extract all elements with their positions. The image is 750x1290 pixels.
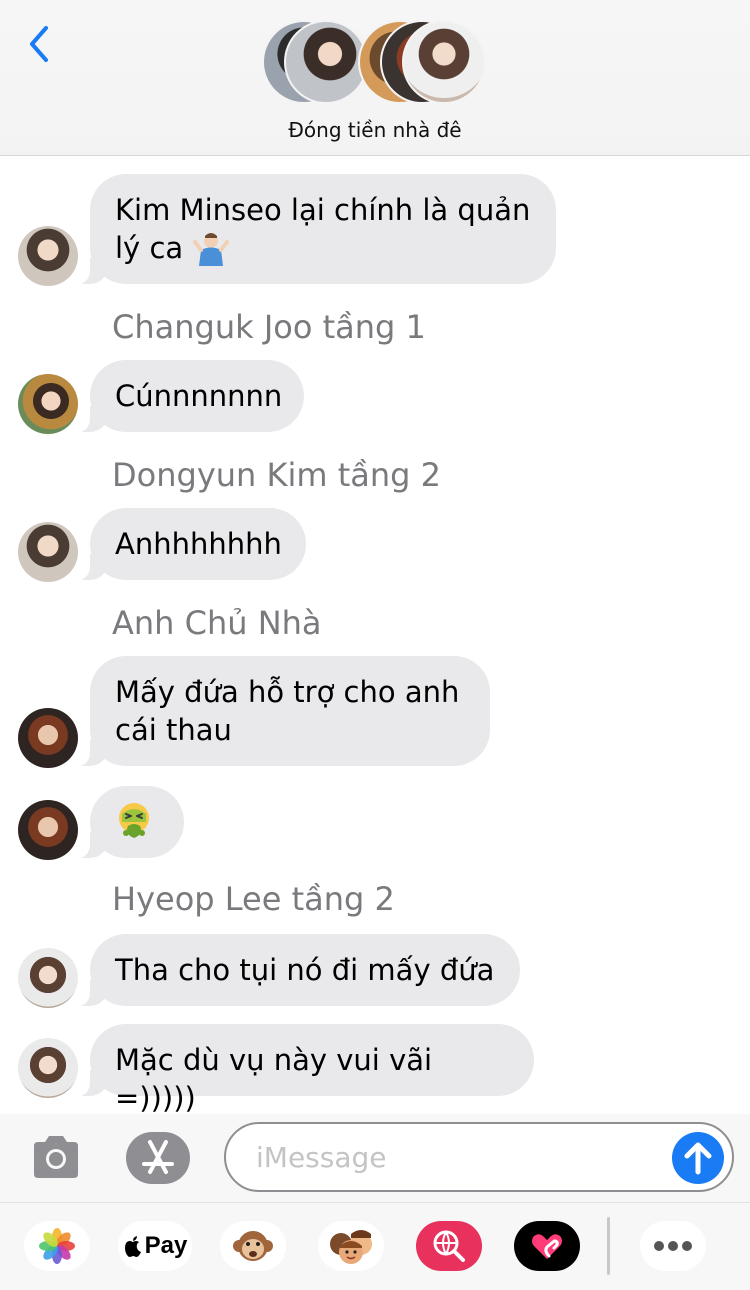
message-text: Tha cho tụi nó đi mấy đứa xyxy=(115,953,495,987)
arrow-up-icon xyxy=(684,1142,712,1175)
compose-bar xyxy=(0,1114,750,1202)
apple-pay-label: Pay xyxy=(144,1232,188,1259)
sender-avatar[interactable] xyxy=(18,1038,78,1098)
memoji-icon xyxy=(330,1230,372,1264)
message-text-line: lý ca xyxy=(115,229,531,267)
conversation-header: Đóng tiền nhà đê xyxy=(0,0,750,156)
group-name[interactable]: Đóng tiền nhà đê xyxy=(0,118,750,142)
sender-avatar[interactable] xyxy=(18,800,78,860)
message-text-continued: lý ca xyxy=(115,231,184,265)
apple-logo-icon xyxy=(124,1236,141,1257)
chevron-left-icon xyxy=(30,26,48,62)
message-text: Kim Minseo lại chính là quản xyxy=(115,193,531,227)
globe-search-icon xyxy=(433,1230,465,1262)
group-avatar xyxy=(402,20,486,104)
sender-avatar[interactable] xyxy=(18,522,78,582)
message-bubble[interactable] xyxy=(72,786,184,859)
camera-button[interactable] xyxy=(30,1134,82,1180)
app-drawer: Pay xyxy=(0,1202,750,1290)
more-apps-button[interactable] xyxy=(640,1221,706,1271)
apple-pay-button[interactable]: Pay xyxy=(118,1221,192,1271)
app-store-icon xyxy=(142,1140,174,1174)
digital-touch-button[interactable] xyxy=(514,1221,580,1271)
message-bubble[interactable]: Cúnnnnnnn xyxy=(72,360,304,433)
heart-touch-icon xyxy=(532,1234,562,1259)
message-bubble[interactable]: Anhhhhhhh xyxy=(72,508,306,581)
app-store-button[interactable] xyxy=(126,1132,190,1184)
message-text: Mặc dù vụ này vui vãi =))))) xyxy=(115,1043,433,1114)
message-text: Anhhhhhhh xyxy=(115,527,282,561)
sender-name: Hyeop Lee tầng 2 xyxy=(112,880,395,918)
message-text-continued: cái thau xyxy=(115,713,232,747)
send-button[interactable] xyxy=(672,1132,724,1184)
message-thread[interactable]: Kim Minseo lại chính là quản lý ca Chang… xyxy=(0,156,750,1114)
back-button[interactable] xyxy=(22,22,62,66)
photos-app-button[interactable] xyxy=(24,1221,90,1271)
sender-name: Changuk Joo tầng 1 xyxy=(112,308,426,346)
group-avatars[interactable] xyxy=(262,20,488,104)
memoji-button[interactable] xyxy=(318,1221,384,1271)
monkey-icon xyxy=(233,1231,273,1261)
message-bubble[interactable]: Mấy đứa hỗ trợ cho anh cái thau xyxy=(72,656,490,767)
sender-avatar[interactable] xyxy=(18,708,78,768)
more-icon xyxy=(654,1241,692,1251)
message-text: Mấy đứa hỗ trợ cho anh xyxy=(115,675,460,709)
message-text: Cúnnnnnnn xyxy=(115,379,283,413)
message-bubble[interactable]: Tha cho tụi nó đi mấy đứa xyxy=(72,934,520,1007)
person-shrugging-icon xyxy=(193,230,230,266)
group-avatar xyxy=(284,20,368,104)
drawer-divider xyxy=(607,1217,610,1275)
photos-icon xyxy=(39,1228,75,1264)
message-bubble[interactable]: Mặc dù vụ này vui vãi =))))) xyxy=(72,1024,534,1114)
sender-name: Dongyun Kim tầng 2 xyxy=(112,456,441,494)
camera-icon xyxy=(34,1136,78,1178)
animoji-button[interactable] xyxy=(220,1221,286,1271)
message-bubble[interactable]: Kim Minseo lại chính là quản lý ca xyxy=(72,174,556,285)
message-input-field[interactable] xyxy=(224,1122,734,1192)
message-input[interactable] xyxy=(256,1124,656,1190)
image-search-button[interactable] xyxy=(416,1221,482,1271)
vomiting-face-icon xyxy=(114,800,154,840)
sender-avatar[interactable] xyxy=(18,374,78,434)
sender-avatar[interactable] xyxy=(18,226,78,286)
sender-name: Anh Chủ Nhà xyxy=(112,604,322,642)
sender-avatar[interactable] xyxy=(18,948,78,1008)
